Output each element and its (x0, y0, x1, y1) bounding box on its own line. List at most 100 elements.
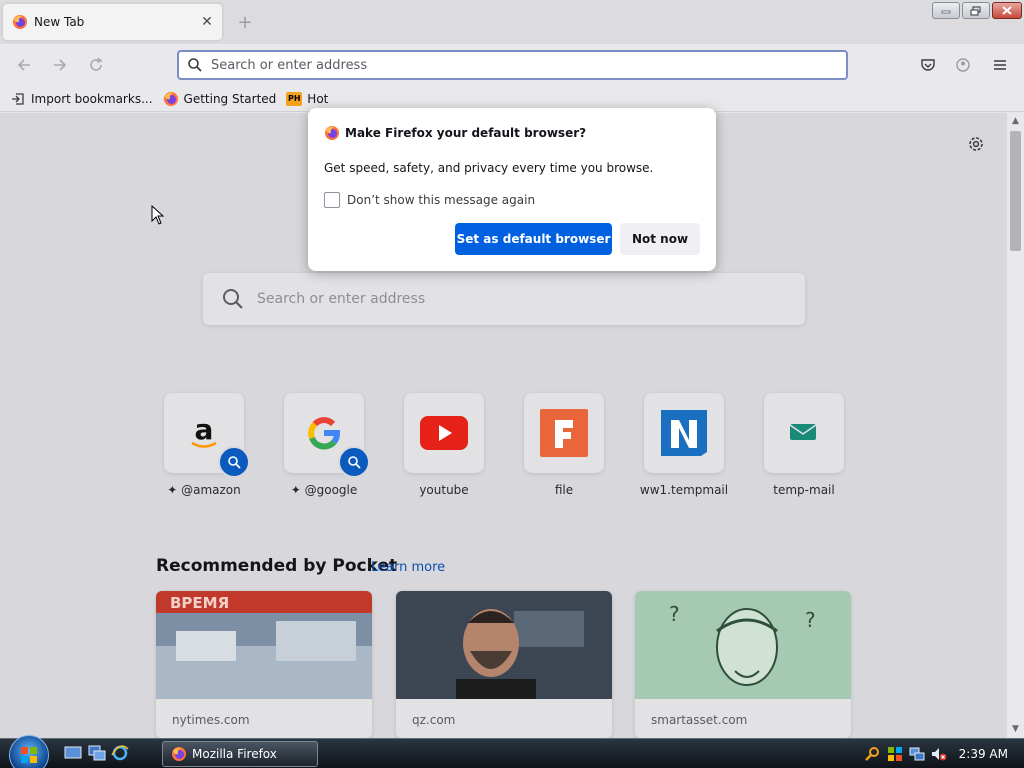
default-browser-dialog: Make Firefox your default browser? Get s… (308, 108, 716, 271)
scroll-up-arrow-icon[interactable]: ▲ (1010, 116, 1021, 127)
system-tray: 2:39 AM (864, 739, 1024, 768)
checkbox[interactable] (324, 192, 340, 208)
top-site-label: file (554, 483, 574, 497)
temp-mail-logo-icon (764, 393, 844, 473)
pocket-card[interactable]: ВРЕМЯ nytimes.com (156, 591, 372, 738)
bookmark-getting-started[interactable]: Getting Started (163, 91, 277, 107)
card-source: smartasset.com (651, 713, 748, 727)
article-thumbnail (396, 591, 612, 699)
account-button[interactable] (950, 52, 976, 78)
svg-text:?: ? (669, 602, 680, 626)
pin-icon: ✦ (290, 483, 305, 497)
reload-icon (90, 57, 103, 71)
navigation-toolbar (0, 44, 1024, 86)
forward-button[interactable] (47, 52, 73, 78)
search-icon (223, 289, 243, 309)
dialog-title: Make Firefox your default browser? (324, 125, 586, 141)
back-arrow-icon (17, 59, 30, 71)
switch-windows-icon[interactable] (88, 745, 106, 761)
article-thumbnail: ? ? (635, 591, 851, 699)
windows-logo-icon (21, 747, 37, 763)
top-site-file[interactable]: file (504, 393, 624, 503)
address-bar[interactable] (177, 50, 848, 80)
bookmark-label: Import bookmarks... (31, 91, 153, 106)
file-logo-icon (524, 393, 604, 473)
gear-icon[interactable] (965, 133, 987, 155)
svg-text:a: a (195, 413, 214, 446)
top-site-label: ✦ @amazon (167, 483, 241, 497)
tab-new-tab[interactable]: New Tab ✕ (3, 4, 222, 40)
newtab-search-placeholder: Search or enter address (257, 291, 426, 307)
top-site-amazon[interactable]: a ✦ @amazon (144, 393, 264, 503)
close-icon (1002, 6, 1012, 15)
taskbar: Mozilla Firefox 2:39 AM (0, 735, 1024, 768)
ph-icon: PH (286, 91, 303, 106)
top-sites: a ✦ @amazon ✦ @google youtube file ww1.t… (144, 393, 864, 503)
mouse-cursor-icon (151, 205, 165, 225)
learn-more-link[interactable]: Learn more (371, 560, 445, 575)
close-tab-icon[interactable]: ✕ (195, 10, 219, 34)
taskbar-button-label: Mozilla Firefox (192, 747, 277, 761)
firefox-icon (172, 747, 186, 761)
app-menu-button[interactable] (987, 52, 1013, 78)
minimize-icon (941, 10, 951, 13)
search-shortcut-icon (338, 446, 370, 478)
top-site-label: temp-mail (773, 483, 835, 497)
back-button[interactable] (11, 52, 37, 78)
new-tab-button[interactable]: + (233, 10, 257, 34)
internet-explorer-icon[interactable] (111, 745, 129, 761)
maximize-button[interactable] (962, 2, 990, 19)
scrollbar-thumb[interactable] (1010, 131, 1021, 251)
taskbar-firefox-button[interactable]: Mozilla Firefox (162, 741, 318, 767)
top-site-youtube[interactable]: youtube (384, 393, 504, 503)
page-scrollbar[interactable]: ▲ ▼ (1007, 113, 1024, 738)
network-icon[interactable] (909, 746, 925, 762)
close-window-button[interactable] (992, 2, 1022, 19)
minimize-button[interactable] (932, 2, 960, 19)
import-icon (10, 91, 26, 107)
search-tray-icon[interactable] (864, 746, 881, 762)
bookmark-import[interactable]: Import bookmarks... (10, 91, 153, 107)
not-now-button[interactable]: Not now (620, 223, 700, 255)
window-controls (932, 2, 1022, 19)
pocket-card[interactable]: ? ? smartasset.com (635, 591, 851, 738)
search-shortcut-icon (218, 446, 250, 478)
pin-icon: ✦ (167, 483, 182, 497)
top-site-temp-mail[interactable]: temp-mail (744, 393, 864, 503)
pocket-button[interactable] (915, 52, 941, 78)
forward-arrow-icon (54, 59, 67, 71)
volume-muted-icon[interactable] (931, 746, 947, 762)
pocket-icon (921, 59, 935, 71)
bookmark-label: Hot (307, 91, 329, 106)
svg-text:ВРЕМЯ: ВРЕМЯ (170, 594, 229, 612)
svg-text:?: ? (805, 608, 816, 632)
top-site-label: ✦ @google (290, 483, 358, 497)
hamburger-menu-icon (994, 60, 1006, 70)
pocket-card[interactable]: qz.com (396, 591, 612, 738)
newtab-search-box[interactable]: Search or enter address (203, 273, 805, 325)
reload-button[interactable] (83, 52, 109, 78)
firefox-icon (163, 91, 179, 107)
start-button[interactable] (9, 735, 49, 768)
bookmark-hot[interactable]: PH Hot (286, 91, 329, 106)
top-site-label: ww1.tempmail (639, 483, 729, 497)
bookmark-label: Getting Started (183, 91, 277, 106)
windows-update-icon[interactable] (887, 746, 903, 762)
tempmail-logo-icon (644, 393, 724, 473)
card-source: nytimes.com (172, 713, 250, 727)
firefox-icon (325, 126, 339, 140)
taskbar-clock[interactable]: 2:39 AM (959, 747, 1008, 761)
search-icon (188, 58, 202, 72)
address-input[interactable] (211, 57, 811, 73)
dont-show-again-checkbox[interactable]: Don’t show this message again (324, 192, 535, 208)
youtube-logo-icon (404, 393, 484, 473)
top-site-google[interactable]: ✦ @google (264, 393, 384, 503)
scroll-down-arrow-icon[interactable]: ▼ (1010, 724, 1021, 735)
restore-icon (970, 6, 981, 15)
set-default-browser-button[interactable]: Set as default browser (455, 223, 612, 255)
firefox-icon (13, 15, 27, 29)
tab-strip: New Tab ✕ + (0, 0, 1024, 44)
article-thumbnail: ВРЕМЯ (156, 591, 372, 699)
top-site-ww1-tempmail[interactable]: ww1.tempmail (624, 393, 744, 503)
show-desktop-icon[interactable] (64, 745, 82, 761)
